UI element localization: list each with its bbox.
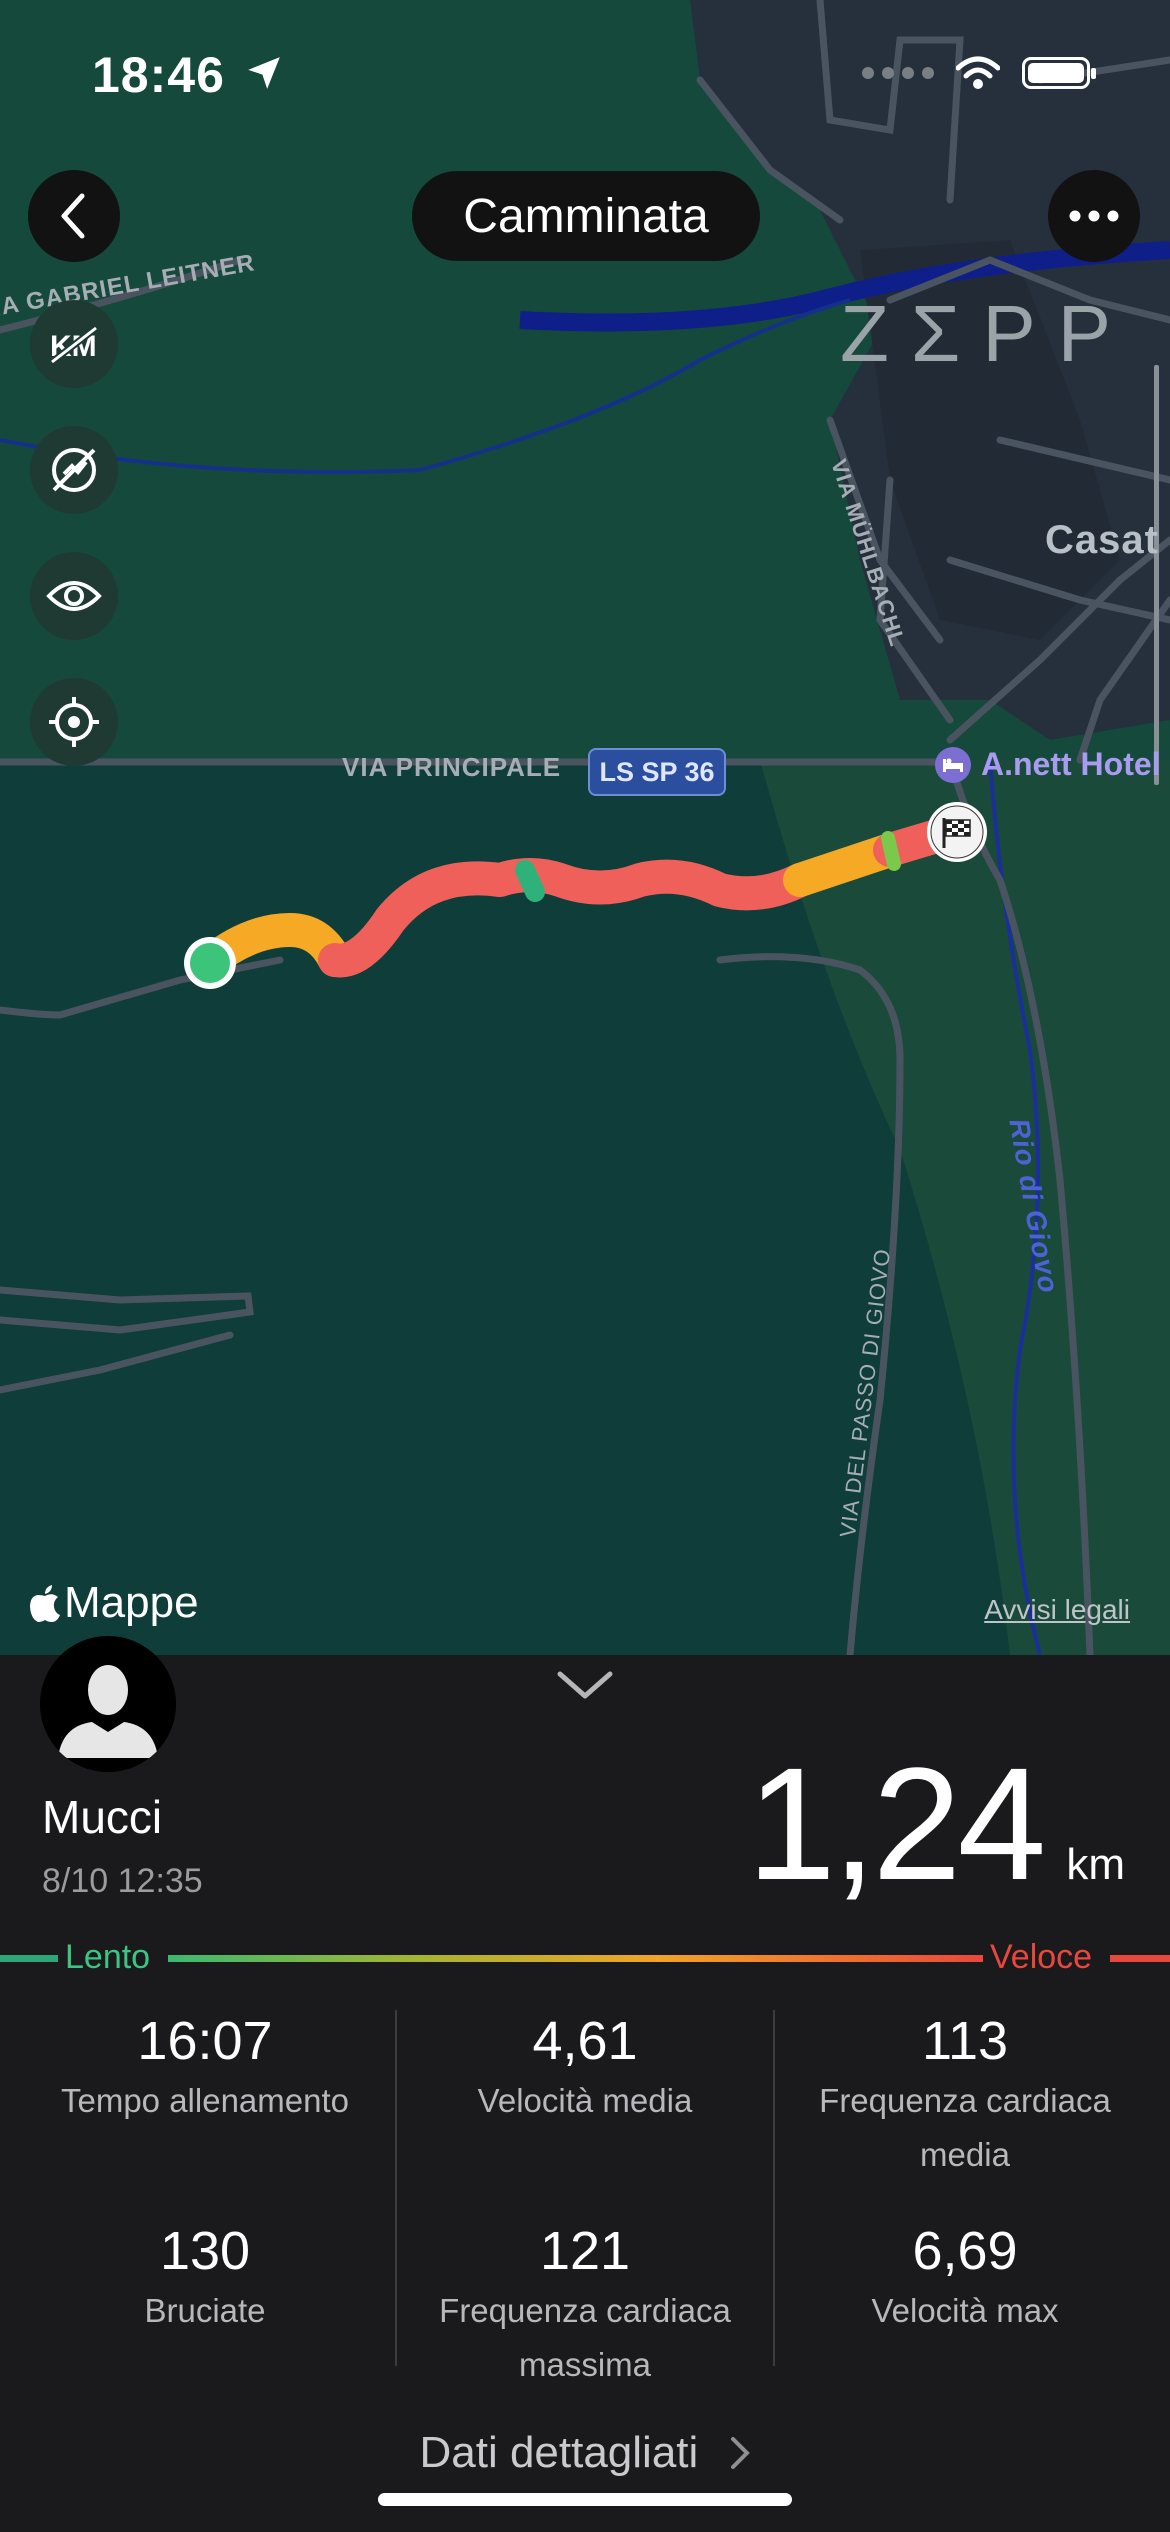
collapse-panel-button[interactable] bbox=[556, 1668, 614, 1707]
status-indicators bbox=[862, 56, 1096, 90]
home-indicator[interactable] bbox=[378, 2493, 792, 2506]
stat-label: Velocità media bbox=[477, 2082, 693, 2119]
stat-value: 6,69 bbox=[912, 2221, 1018, 2281]
stat-label: Velocità max bbox=[871, 2292, 1059, 2329]
battery-icon bbox=[1022, 57, 1096, 89]
stat-value: 121 bbox=[539, 2221, 631, 2281]
avatar[interactable] bbox=[40, 1636, 176, 1772]
workout-date: 8/10 12:35 bbox=[42, 1862, 203, 1900]
stat-average-speed: 4,61 Velocità media bbox=[395, 2010, 775, 2128]
pace-toggle-button[interactable] bbox=[30, 426, 118, 514]
view-toggle-button[interactable] bbox=[30, 552, 118, 640]
maps-attribution-label: Mappe bbox=[64, 1578, 199, 1627]
speed-legend-fast-label: Veloce bbox=[990, 1938, 1093, 1976]
apple-logo-icon bbox=[30, 1585, 60, 1622]
more-options-button[interactable] bbox=[1048, 170, 1140, 262]
stat-label: Tempo allenamento bbox=[60, 2082, 349, 2119]
more-dots-icon bbox=[1069, 210, 1119, 222]
distance-unit: km bbox=[1066, 1840, 1125, 1889]
town-label: Casat bbox=[1045, 518, 1159, 562]
chevron-right-icon bbox=[730, 2437, 750, 2469]
stat-value: 130 bbox=[159, 2221, 251, 2281]
zepp-watermark: ZΣPP bbox=[840, 289, 1134, 378]
stat-max-heart-rate: 121 Frequenza cardiaca massima bbox=[395, 2220, 775, 2392]
locate-button[interactable] bbox=[30, 678, 118, 766]
stat-training-time: 16:07 Tempo allenamento bbox=[15, 2010, 395, 2128]
stat-value: 113 bbox=[921, 2011, 1009, 2071]
user-silhouette-icon bbox=[40, 1636, 176, 1772]
stat-max-speed: 6,69 Velocità max bbox=[775, 2220, 1155, 2338]
detailed-data-label: Dati dettagliati bbox=[419, 2428, 699, 2477]
stat-value: 4,61 bbox=[532, 2011, 638, 2071]
speed-legend-slow-label: Lento bbox=[65, 1938, 151, 1976]
total-distance: 1,24 km bbox=[747, 1732, 1125, 1916]
legal-notices-link[interactable]: Avvisi legali bbox=[984, 1594, 1130, 1626]
distance-value: 1,24 bbox=[746, 1734, 1046, 1913]
stat-label: Frequenza cardiaca massima bbox=[439, 2292, 731, 2383]
speed-legend-bar-slow bbox=[0, 1955, 58, 1962]
status-time: 18:46 bbox=[92, 47, 225, 103]
stat-calories-burned: 130 Bruciate bbox=[15, 2220, 395, 2338]
stat-label: Bruciate bbox=[144, 2292, 266, 2329]
poi-hotel[interactable]: A.nett Hotel bbox=[935, 746, 1161, 783]
bed-icon bbox=[935, 746, 971, 783]
speed-gradient-bar bbox=[168, 1955, 983, 1962]
back-button[interactable] bbox=[28, 170, 120, 262]
apple-maps-logo: Mappe bbox=[28, 1578, 199, 1628]
km-markers-button[interactable]: KM bbox=[30, 300, 118, 388]
location-arrow-icon bbox=[245, 54, 283, 97]
detailed-data-link[interactable]: Dati dettagliati bbox=[0, 2428, 1170, 2478]
route-map[interactable]: IA GABRIEL LEITNER VIA MÜHLBACHL VIA PRI… bbox=[0, 0, 1170, 1655]
user-name: Mucci bbox=[42, 1791, 163, 1843]
stat-value: 16:07 bbox=[137, 2011, 273, 2071]
road-shield: LS SP 36 bbox=[588, 748, 726, 796]
stat-average-heart-rate: 113 Frequenza cardiaca media bbox=[775, 2010, 1155, 2182]
km-markers-icon: KM bbox=[49, 325, 99, 364]
cellular-signal-icon bbox=[862, 67, 934, 79]
page-title: Camminata bbox=[412, 171, 760, 261]
poi-hotel-label: A.nett Hotel bbox=[981, 746, 1161, 782]
eye-icon bbox=[46, 581, 102, 611]
speed-legend-bar-fast bbox=[1110, 1955, 1170, 1962]
hide-pace-icon bbox=[52, 448, 96, 492]
speed-legend: Lento Veloce bbox=[0, 1938, 1170, 1978]
street-label-principale: VIA PRINCIPALE bbox=[342, 752, 562, 782]
wifi-icon bbox=[956, 56, 1000, 89]
locate-icon bbox=[49, 697, 99, 747]
chevron-left-icon bbox=[61, 193, 85, 239]
chevron-down-icon bbox=[557, 1671, 613, 1699]
stat-label: Frequenza cardiaca media bbox=[819, 2082, 1111, 2173]
